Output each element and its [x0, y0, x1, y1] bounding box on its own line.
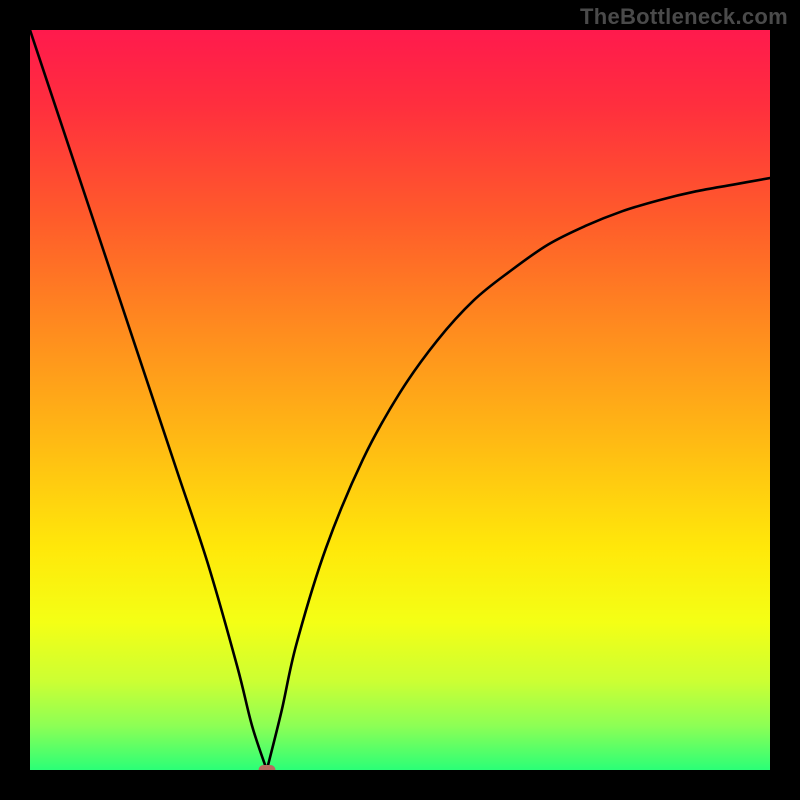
watermark-text: TheBottleneck.com — [580, 4, 788, 30]
bottleneck-curve — [30, 30, 770, 770]
plot-area — [30, 30, 770, 770]
optimum-marker — [258, 765, 275, 770]
chart-frame: TheBottleneck.com — [0, 0, 800, 800]
